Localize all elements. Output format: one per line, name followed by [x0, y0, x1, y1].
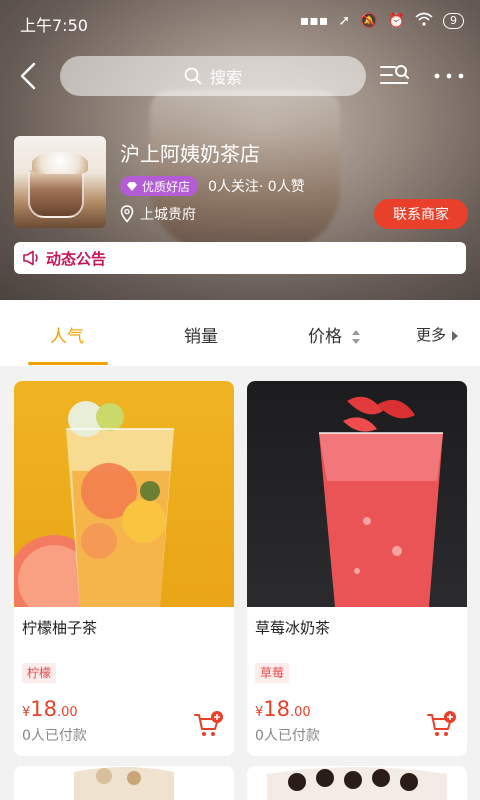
list-search-icon — [380, 65, 409, 84]
contact-merchant-button[interactable]: 联系商家 — [374, 199, 468, 229]
status-icons: ▪▪▪ ➚ 🔕 ⏰ 9 — [300, 12, 464, 30]
add-cart-icon — [427, 711, 456, 736]
status-bar: 上午7:50 ▪▪▪ ➚ 🔕 ⏰ 9 — [0, 0, 480, 44]
product-card-partial[interactable] — [247, 766, 467, 800]
product-name: 柠檬柚子茶 — [22, 619, 98, 637]
tab-sales[interactable]: 销量 — [184, 322, 218, 347]
megaphone-icon — [23, 250, 38, 266]
price-integer: 18 — [263, 697, 291, 721]
store-location: 上城贵府 — [120, 204, 196, 224]
product-image-partial — [267, 767, 447, 800]
badge-label: 优质好店 — [142, 179, 191, 194]
tab-more-label: 更多 — [416, 326, 447, 344]
store-logo-cream — [32, 152, 88, 174]
product-card[interactable]: 柠檬柚子茶 柠檬 ¥18.00 0人已付款 — [14, 381, 234, 756]
product-card-partial[interactable] — [14, 766, 234, 800]
tab-popularity[interactable]: 人气 — [50, 322, 84, 347]
strawberry-tea-drink-image — [319, 396, 443, 607]
announcement-label: 动态公告 — [46, 249, 107, 268]
product-card[interactable]: 草莓冰奶茶 草莓 ¥18.00 0人已付款 — [247, 381, 467, 756]
search-icon — [184, 67, 202, 85]
diamond-icon — [127, 181, 137, 191]
product-price: ¥18.00 — [22, 697, 78, 721]
price-decimal: .00 — [290, 705, 311, 720]
price-decimal: .00 — [57, 705, 78, 720]
sold-count: 0人已付款 — [255, 728, 320, 744]
play-triangle-icon — [451, 330, 458, 341]
store-name: 沪上阿姨奶茶店 — [120, 142, 260, 166]
more-dots-icon — [434, 73, 464, 79]
add-to-cart-button[interactable] — [427, 711, 457, 739]
announcement-bar[interactable]: 动态公告 — [14, 242, 466, 274]
sold-count: 0人已付款 — [22, 728, 87, 744]
sort-arrows-icon — [352, 330, 361, 344]
product-tag: 柠檬 — [22, 663, 57, 683]
back-arrow-icon — [20, 62, 36, 90]
mute-bell-icon: 🔕 — [360, 13, 378, 29]
product-tag: 草莓 — [255, 663, 290, 683]
battery-icon: 9 — [443, 13, 464, 29]
signal-icon: ▪▪▪ — [299, 13, 329, 29]
wifi-icon — [415, 12, 433, 30]
category-list-button[interactable] — [378, 60, 410, 92]
sort-tabs: 人气 销量 价格 更多 — [0, 300, 480, 366]
quality-store-badge: 优质好店 — [120, 176, 199, 196]
follow-like-count: 0人关注· 0人赞 — [208, 179, 305, 195]
store-logo-mug — [28, 170, 84, 218]
search-placeholder: 搜索 — [209, 68, 242, 87]
store-logo[interactable] — [14, 136, 106, 228]
active-tab-underline — [28, 362, 108, 365]
back-button[interactable] — [14, 58, 46, 94]
tab-more[interactable]: 更多 — [416, 324, 459, 345]
price-integer: 18 — [30, 697, 58, 721]
product-image-partial — [74, 767, 174, 800]
product-image — [14, 381, 234, 627]
add-cart-icon — [194, 711, 223, 736]
more-options-button[interactable] — [432, 60, 466, 92]
location-pin-icon — [120, 205, 134, 223]
location-text: 上城贵府 — [140, 207, 196, 223]
top-nav: 搜索 — [0, 52, 480, 100]
tab-price[interactable]: 价格 — [308, 322, 361, 347]
product-name: 草莓冰奶茶 — [255, 619, 331, 637]
alarm-icon: ⏰ — [387, 13, 405, 29]
tab-price-label: 价格 — [308, 327, 342, 347]
lemon-tea-drink-image — [14, 401, 174, 627]
search-bar[interactable]: 搜索 — [60, 56, 366, 96]
product-price: ¥18.00 — [255, 697, 311, 721]
status-time: 上午7:50 — [20, 16, 88, 35]
add-to-cart-button[interactable] — [194, 711, 224, 739]
product-image — [247, 381, 467, 607]
location-arrow-icon: ➚ — [338, 13, 351, 29]
header-drink-image — [150, 90, 340, 250]
